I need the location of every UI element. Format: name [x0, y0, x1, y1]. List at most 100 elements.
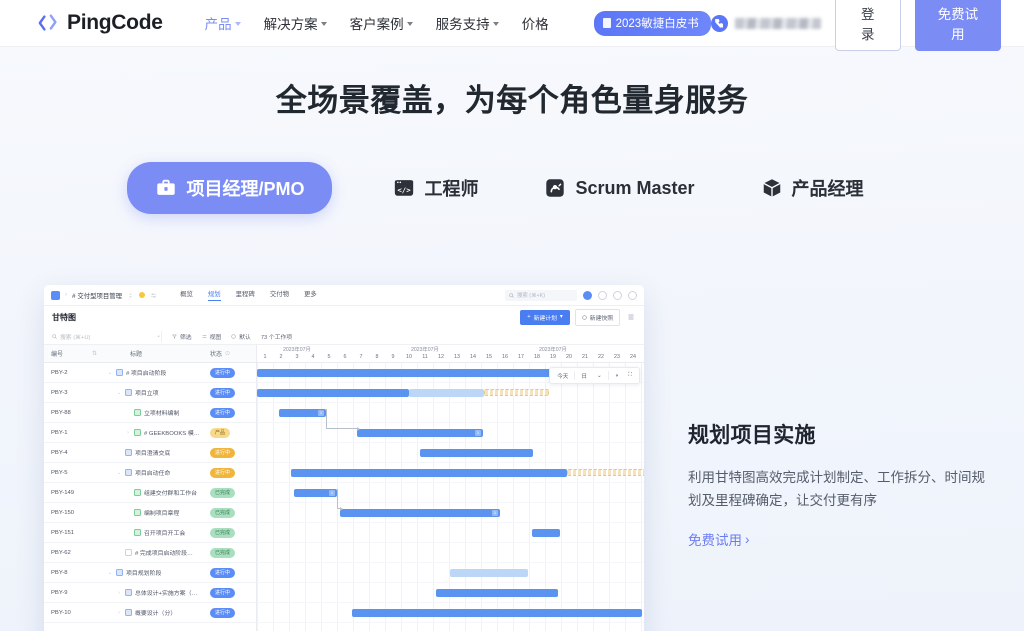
- status-badge[interactable]: 进行中: [210, 447, 236, 458]
- twisty-icon[interactable]: ⌄: [107, 570, 113, 576]
- default-label: 默认: [239, 334, 251, 341]
- twisty-icon[interactable]: ›: [125, 430, 131, 436]
- logo[interactable]: PingCode: [38, 11, 163, 35]
- nav-item-pricing[interactable]: 价格: [522, 13, 549, 33]
- gantt-bar[interactable]: [436, 589, 558, 597]
- table-row[interactable]: PBY-10 › 概要设计（分） 进行中: [44, 603, 256, 623]
- app-tab-plan[interactable]: 规划: [207, 289, 221, 301]
- twisty-icon[interactable]: ⌄: [107, 370, 113, 376]
- gantt-bar[interactable]: [420, 449, 533, 457]
- table-row[interactable]: PBY-3 ⌄ 项目立项 进行中: [44, 383, 256, 403]
- table-row[interactable]: PBY-9 › 总体设计+实施方案（… 进行中: [44, 583, 256, 603]
- gantt-day-label: 14: [470, 354, 476, 360]
- status-badge[interactable]: 已完成: [210, 487, 236, 498]
- gantt-bar[interactable]: 1: [294, 489, 337, 497]
- apps-icon[interactable]: [598, 290, 607, 300]
- gantt-bar[interactable]: [291, 469, 567, 477]
- avatar[interactable]: [628, 290, 637, 300]
- table-row[interactable]: PBY-8 ⌄ 项目规划阶段 进行中: [44, 563, 256, 583]
- status-badge[interactable]: 已完成: [210, 527, 236, 538]
- twisty-icon[interactable]: ›: [116, 610, 122, 616]
- table-row[interactable]: PBY-150 编制项目章程 已完成: [44, 503, 256, 523]
- filter-button[interactable]: 筛选: [172, 332, 192, 341]
- feature-trial-link[interactable]: 免费试用 ›: [688, 529, 750, 549]
- tab-scrum-master[interactable]: Scrum Master: [511, 177, 727, 199]
- star-icon[interactable]: [139, 292, 146, 298]
- app-tab-milestone[interactable]: 里程碑: [236, 289, 255, 301]
- list-settings-icon[interactable]: [625, 312, 636, 323]
- status-badge[interactable]: 进行中: [210, 407, 236, 418]
- gantt-bar[interactable]: [567, 469, 644, 476]
- zoom-scale-select[interactable]: 日: [577, 370, 591, 381]
- table-row[interactable]: PBY-88 立项材料编制 进行中: [44, 403, 256, 423]
- scale-caret-icon[interactable]: ⌄: [593, 371, 606, 380]
- column-status[interactable]: 状态 ⊙: [204, 349, 256, 358]
- gantt-bar[interactable]: [352, 609, 642, 617]
- twisty-icon[interactable]: ›: [116, 590, 122, 596]
- nav-item-support[interactable]: 服务支持: [436, 13, 499, 33]
- gantt-bar[interactable]: 1: [340, 509, 500, 517]
- nav-item-cases[interactable]: 客户案例: [350, 13, 413, 33]
- tab-engineer[interactable]: </> 工程师: [360, 175, 511, 201]
- status-badge[interactable]: 进行中: [210, 467, 236, 478]
- column-title[interactable]: 标题: [100, 349, 204, 358]
- app-tab-deliverable[interactable]: 交付物: [270, 289, 289, 301]
- app-tab-overview[interactable]: 概览: [180, 289, 193, 301]
- new-plan-button[interactable]: + 新建计划 ▾: [520, 309, 570, 325]
- chevron-down-icon[interactable]: ⌄: [156, 333, 161, 339]
- filter-search-input[interactable]: 搜索 (⌘+U) ⌄: [52, 330, 162, 342]
- table-row[interactable]: PBY-4 项目澄清交底 进行中: [44, 443, 256, 463]
- table-row[interactable]: PBY-2 ⌄ # 项目启动阶段 进行中: [44, 363, 256, 383]
- fullscreen-icon[interactable]: ⛶: [624, 371, 636, 381]
- phone-contact[interactable]: [710, 14, 821, 32]
- gantt-bar[interactable]: [409, 389, 484, 397]
- status-badge[interactable]: 进行中: [210, 587, 236, 598]
- split-view-icon[interactable]: ◑: [611, 371, 622, 380]
- gantt-bar[interactable]: [484, 389, 549, 396]
- gantt-month-label: 2023年07月: [539, 347, 567, 353]
- tab-project-manager[interactable]: 项目经理/PMO: [127, 162, 333, 214]
- status-badge[interactable]: 进行中: [210, 607, 236, 618]
- twisty-icon[interactable]: ⌄: [116, 470, 122, 476]
- table-row[interactable]: PBY-62 # 完成项目启动阶段… 已完成: [44, 543, 256, 563]
- column-id[interactable]: 编号: [44, 349, 92, 358]
- sliders-icon[interactable]: [150, 292, 157, 299]
- gantt-bar[interactable]: [257, 389, 409, 397]
- hero-section: 全场景覆盖，为每个角色量身服务 项目经理/PMO </> 工程师 Scrum M…: [0, 47, 1024, 631]
- twisty-icon[interactable]: ⌄: [116, 390, 122, 396]
- app-tab-more[interactable]: 更多: [304, 289, 317, 301]
- today-button[interactable]: 今天: [553, 370, 572, 381]
- gantt-day-label: 3: [295, 354, 299, 360]
- help-icon[interactable]: [583, 290, 592, 300]
- status-badge[interactable]: 已完成: [210, 507, 236, 518]
- table-row[interactable]: PBY-5 ⌄ 项目启动任命 进行中: [44, 463, 256, 483]
- gantt-rowline: [257, 542, 644, 543]
- status-badge[interactable]: 进行中: [210, 367, 236, 378]
- view-button[interactable]: 视图: [202, 332, 221, 341]
- sort-icon[interactable]: ⇅: [92, 350, 100, 357]
- status-badge[interactable]: 产品: [210, 427, 231, 438]
- nav-item-products[interactable]: 产品: [205, 13, 241, 33]
- default-sort-button[interactable]: 默认: [231, 332, 251, 341]
- gantt-bar[interactable]: [450, 569, 528, 577]
- breadcrumb[interactable]: # 交付型项目管理: [72, 291, 122, 300]
- chevron-updown-icon[interactable]: [127, 292, 134, 299]
- bell-icon[interactable]: [613, 290, 622, 300]
- table-row[interactable]: PBY-1 › # GEEKBOOKS 模… 产品: [44, 423, 256, 443]
- tab-product-manager[interactable]: 产品经理: [728, 175, 897, 201]
- status-badge[interactable]: 进行中: [210, 567, 236, 578]
- gantt-bar[interactable]: 1: [279, 409, 326, 417]
- status-badge[interactable]: 已完成: [210, 547, 236, 558]
- nav-item-solutions[interactable]: 解决方案: [264, 13, 327, 33]
- gantt-bar[interactable]: 1: [357, 429, 483, 437]
- table-row[interactable]: PBY-149 组建交付群和工作台 已完成: [44, 483, 256, 503]
- whitepaper-badge[interactable]: 2023敏捷白皮书: [593, 10, 711, 36]
- gantt-bar[interactable]: [532, 529, 560, 537]
- status-badge[interactable]: 进行中: [210, 387, 236, 398]
- gantt-workspace: 编号 ⇅ 标题 状态 ⊙ PBY-2 ⌄ # 项目启动阶段 进行中 PBY-3 ⌄ 项目立项…: [44, 345, 644, 631]
- new-snapshot-button[interactable]: 新建快照: [574, 308, 620, 326]
- table-row[interactable]: PBY-151 召开项目开工会 已完成: [44, 523, 256, 543]
- free-trial-button[interactable]: 免费试用: [914, 0, 1001, 51]
- app-search-input[interactable]: 搜索 (⌘+K): [505, 289, 577, 301]
- login-button[interactable]: 登录: [834, 0, 901, 51]
